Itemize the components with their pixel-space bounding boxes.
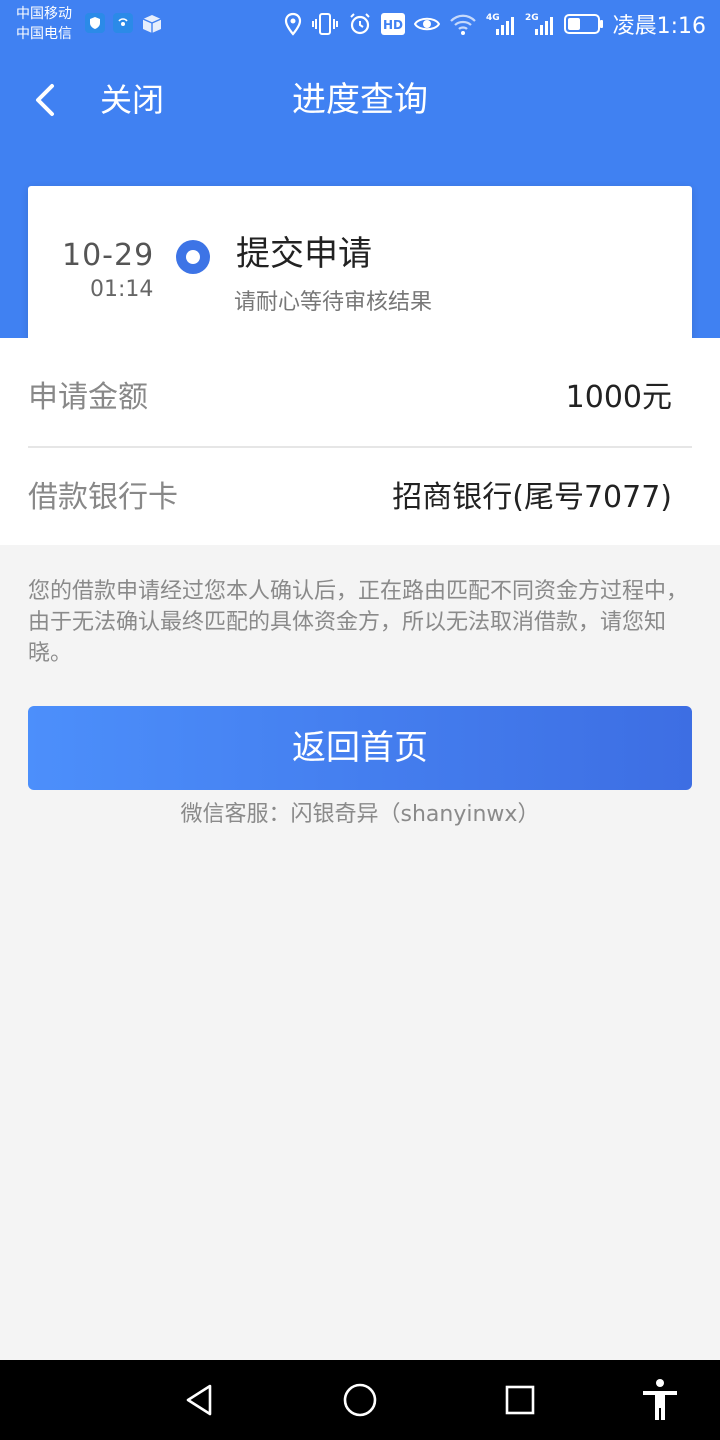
nav-recent-apps-icon[interactable] bbox=[500, 1380, 540, 1420]
carrier-1: 中国移动 bbox=[16, 6, 72, 22]
detail-row-amount: 申请金额 1000元 bbox=[28, 350, 692, 448]
page: 中国移动 中国电信 HD 4G 2G 凌晨1:16 关闭 进度查询 10-29 … bbox=[0, 0, 720, 1440]
loan-details: 申请金额 1000元 借款银行卡 招商银行(尾号7077) bbox=[0, 338, 720, 545]
back-to-home-button[interactable]: 返回首页 bbox=[28, 706, 692, 790]
signal-2g-icon: 2G bbox=[525, 11, 555, 37]
status-icons: HD 4G 2G 凌晨1:16 bbox=[284, 8, 706, 40]
status-bar: 中国移动 中国电信 HD 4G 2G 凌晨1:16 bbox=[0, 0, 720, 48]
hd-icon: HD bbox=[380, 13, 405, 35]
page-title: 进度查询 bbox=[292, 80, 428, 120]
alarm-icon bbox=[348, 12, 372, 36]
detail-label: 借款银行卡 bbox=[28, 480, 178, 515]
wifi-icon bbox=[449, 12, 477, 36]
svg-text:HD: HD bbox=[383, 18, 403, 32]
progress-dot-icon bbox=[176, 240, 210, 274]
progress-date: 10-29 bbox=[62, 238, 155, 273]
detail-label: 申请金额 bbox=[28, 380, 148, 415]
progress-step-subtitle: 请耐心等待审核结果 bbox=[234, 290, 433, 315]
svg-text:4G: 4G bbox=[486, 13, 500, 23]
carrier-2: 中国电信 bbox=[16, 26, 72, 42]
accessibility-icon[interactable] bbox=[640, 1378, 680, 1420]
progress-time: 01:14 bbox=[90, 277, 154, 302]
eye-icon bbox=[413, 13, 440, 35]
nav-header: 关闭 进度查询 bbox=[0, 60, 720, 140]
progress-step-title: 提交申请 bbox=[236, 234, 372, 274]
carrier-info: 中国移动 中国电信 bbox=[16, 4, 72, 44]
customer-service-text: 微信客服：闪银奇异（shanyinwx） bbox=[180, 802, 540, 827]
svg-text:2G: 2G bbox=[525, 13, 539, 23]
vibrate-icon bbox=[311, 12, 339, 36]
shield-icon bbox=[84, 12, 106, 38]
detail-value: 1000元 bbox=[565, 380, 672, 415]
nav-back-icon[interactable] bbox=[180, 1380, 220, 1420]
clock: 凌晨1:16 bbox=[612, 14, 706, 39]
battery-icon bbox=[563, 13, 604, 35]
detail-row-bank-card: 借款银行卡 招商银行(尾号7077) bbox=[28, 450, 692, 548]
progress-card: 10-29 01:14 提交申请 请耐心等待审核结果 bbox=[28, 186, 692, 362]
system-nav-bar bbox=[0, 1360, 720, 1440]
location-icon bbox=[284, 12, 302, 36]
package-icon bbox=[140, 12, 164, 38]
notification-icons bbox=[84, 12, 164, 38]
wifi-hotspot-icon bbox=[112, 12, 134, 38]
detail-value: 招商银行(尾号7077) bbox=[392, 480, 672, 515]
nav-home-icon[interactable] bbox=[340, 1380, 380, 1420]
signal-4g-icon: 4G bbox=[486, 11, 516, 37]
notice-text: 您的借款申请经过您本人确认后，正在路由匹配不同资金方过程中，由于无法确认最终匹配… bbox=[28, 579, 689, 666]
